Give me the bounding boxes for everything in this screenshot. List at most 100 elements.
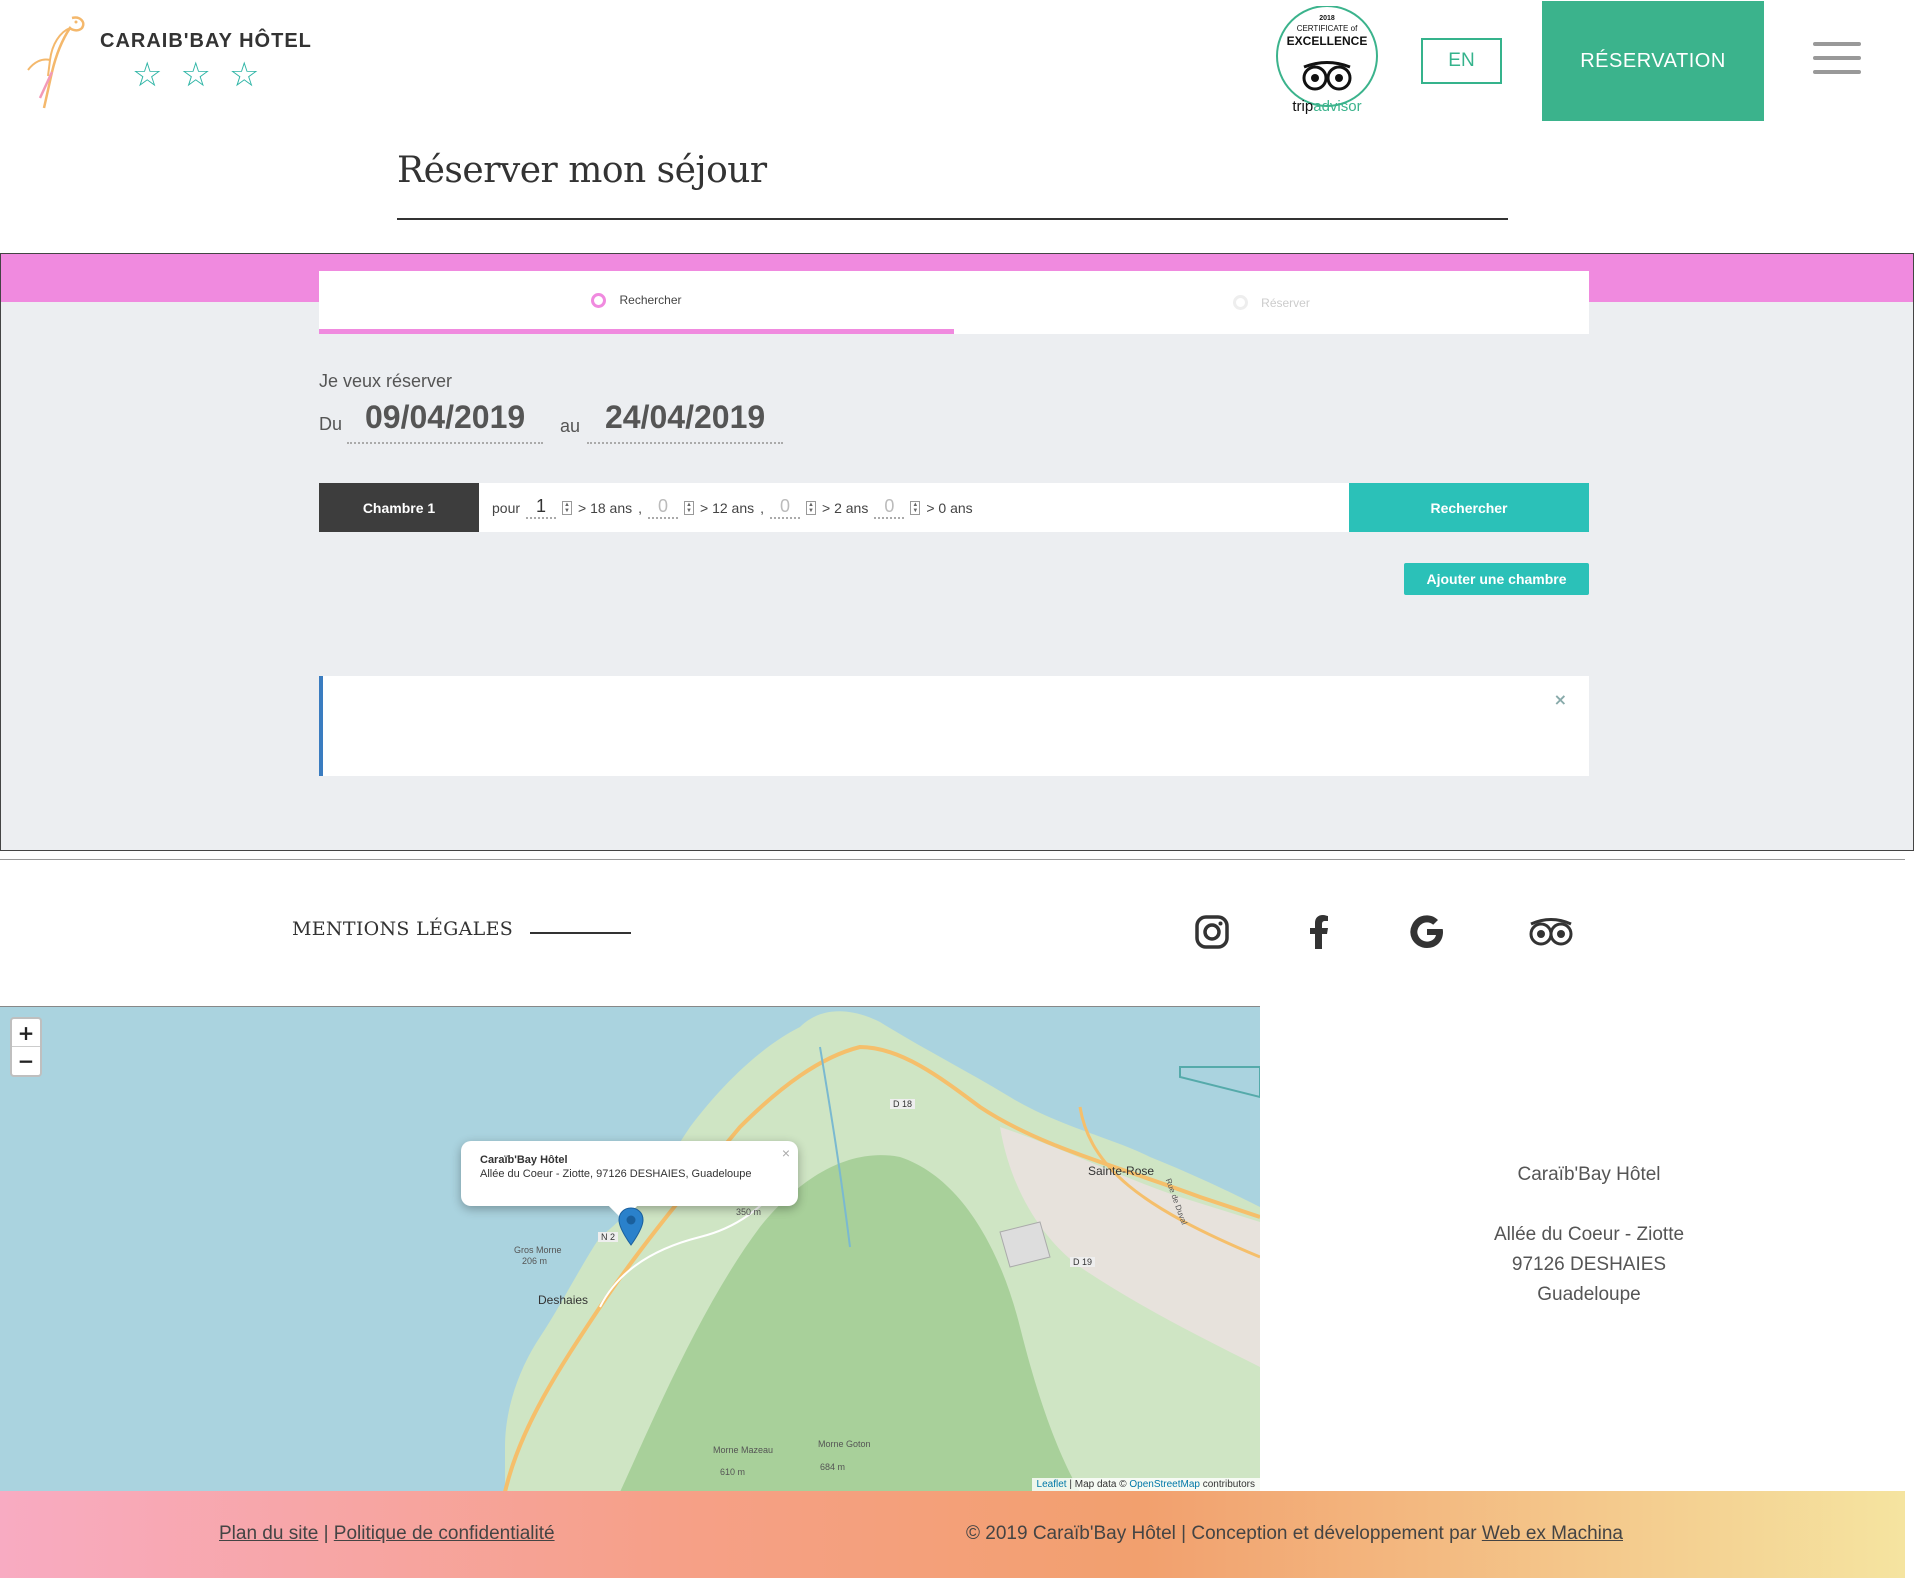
search-button[interactable]: Rechercher (1349, 483, 1589, 532)
badge-line2: EXCELLENCE (1286, 34, 1368, 48)
adults-stepper[interactable]: 1 (526, 496, 557, 519)
for-label: pour (492, 499, 521, 516)
site-header: CARAIB'BAY HÔTEL ☆ ☆ ☆ 2018 CERTIFICATE … (0, 0, 1920, 140)
room-label: Chambre 1 (319, 483, 479, 532)
section-divider (0, 859, 1905, 860)
map-label-morne-mazeau: Morne Mazeau (713, 1445, 774, 1455)
room-row: Chambre 1 pour 1 ▲ ▼ > 18 ans, 0 ▲ ▼ > 12 … (319, 483, 1589, 532)
hamburger-icon[interactable] (1813, 42, 1861, 82)
close-icon[interactable]: × (782, 1145, 790, 1161)
adults-label: > 18 ans (578, 499, 633, 516)
zoom-in-button[interactable]: + (12, 1019, 40, 1047)
teens-label: > 12 ans (700, 499, 755, 516)
add-room-button[interactable]: Ajouter une chambre (1404, 563, 1589, 595)
legal-underline (530, 932, 631, 934)
badge-brand: tripadvisor (1270, 98, 1384, 115)
brand-name[interactable]: CARAIB'BAY HÔTEL (100, 30, 312, 53)
tripadvisor-icon[interactable] (1527, 908, 1575, 956)
badge-line1: CERTIFICATE of (1296, 24, 1358, 33)
map-label-morne-goton-alt: 684 m (820, 1462, 846, 1472)
language-switch-button[interactable]: EN (1421, 38, 1502, 84)
map-label-sainte-rose: Sainte-Rose (1088, 1164, 1155, 1178)
map-tiles (503, 1011, 1260, 1491)
address-line3: Guadeloupe (1537, 1284, 1641, 1305)
from-date-input[interactable]: 09/04/2019 (347, 399, 544, 444)
step-search-radio-icon (591, 292, 607, 308)
booking-panel: Rechercher Réserver Je veux réserver Du … (0, 253, 1914, 851)
to-date-input[interactable]: 24/04/2019 (587, 399, 784, 444)
children-spinner-icon[interactable]: ▲ ▼ (806, 500, 817, 515)
step-search[interactable]: Rechercher (319, 271, 954, 334)
leaflet-link[interactable]: Leaflet (1037, 1479, 1067, 1490)
map-label-n2: N 2 (598, 1232, 619, 1242)
footer-copyright: © 2019 Caraïb'Bay Hôtel | Conception et … (966, 1523, 1623, 1545)
legal-link[interactable]: MENTIONS LÉGALES (292, 918, 513, 940)
instagram-icon[interactable] (1188, 908, 1236, 956)
zoom-out-button[interactable]: − (12, 1047, 40, 1075)
popup-address: Allée du Coeur - Ziotte, 97126 DESHAIES,… (480, 1168, 752, 1180)
hotel-stars: ☆ ☆ ☆ (132, 58, 259, 92)
babies-label: > 0 ans (926, 499, 973, 516)
badge-brand-advisor: advisor (1313, 98, 1362, 115)
facebook-icon[interactable] (1295, 908, 1343, 956)
address-name: Caraïb'Bay Hôtel (1517, 1164, 1661, 1185)
step-book-label: Réserver (1261, 295, 1310, 310)
badge-year: 2018 (1319, 15, 1335, 22)
parrot-logo-icon[interactable] (22, 10, 90, 110)
footer-divider: | (323, 1523, 329, 1544)
step-book[interactable]: Réserver (954, 271, 1589, 334)
step-search-label: Rechercher (619, 293, 682, 307)
map-zoom-control: + − (10, 1017, 42, 1077)
to-label: au (560, 416, 581, 436)
title-divider (397, 218, 1508, 220)
sitemap-link[interactable]: Plan du site (219, 1523, 318, 1544)
teens-spinner-icon[interactable]: ▲ ▼ (684, 500, 695, 515)
footer-links: Plan du site | Politique de confidential… (219, 1523, 555, 1545)
babies-stepper[interactable]: 0 (874, 496, 905, 519)
map-label-morne-mazeau-alt: 610 m (720, 1467, 746, 1477)
map-label-altitude: 350 m (736, 1207, 762, 1217)
booking-intro: Je veux réserver (319, 371, 453, 391)
info-alert: × (319, 676, 1589, 776)
attribution-mid: | Map data © (1069, 1479, 1127, 1490)
google-icon[interactable] (1403, 908, 1451, 956)
children-stepper[interactable]: 0 (770, 496, 801, 519)
map-label-gros-morne: Gros Morne (514, 1245, 562, 1255)
map-marker-icon[interactable] (618, 1207, 644, 1247)
badge-brand-trip: trip (1292, 98, 1314, 115)
star-icon: ☆ (180, 55, 211, 95)
site-footer: Plan du site | Politique de confidential… (0, 1491, 1905, 1578)
star-icon: ☆ (132, 55, 163, 95)
teens-stepper[interactable]: 0 (648, 496, 679, 519)
close-icon[interactable]: × (1554, 690, 1567, 709)
star-icon: ☆ (228, 55, 260, 95)
map-attribution: Leaflet | Map data © OpenStreetMap contr… (1031, 1478, 1260, 1491)
map-label-d18: D 18 (890, 1099, 916, 1109)
from-label: Du (319, 414, 343, 434)
map-popup: Caraïb'Bay Hôtel Allée du Coeur - Ziotte… (461, 1141, 798, 1221)
map-label-deshaies: Deshaies (538, 1293, 589, 1307)
separator: , (760, 499, 765, 516)
children-label: > 2 ans (822, 499, 869, 516)
occupants: pour 1 ▲ ▼ > 18 ans, 0 ▲ ▼ > 12 ans, 0 ▲ ▼ … (492, 483, 973, 532)
privacy-link[interactable]: Politique de confidentialité (334, 1523, 555, 1544)
separator: , (638, 499, 643, 516)
hotel-address: Caraïb'Bay Hôtel Allée du Coeur - Ziotte… (1260, 1006, 1920, 1491)
babies-spinner-icon[interactable]: ▲ ▼ (910, 500, 921, 515)
page-title: Réserver mon séjour (397, 150, 767, 191)
step-book-radio-icon (1233, 295, 1249, 310)
booking-steps: Rechercher Réserver (319, 271, 1589, 334)
popup-title: Caraïb'Bay Hôtel (480, 1154, 568, 1166)
tripadvisor-certificate-badge[interactable]: 2018 CERTIFICATE of EXCELLENCE tripadvis… (1270, 5, 1384, 116)
osm-link[interactable]: OpenStreetMap (1129, 1479, 1200, 1490)
adults-spinner-icon[interactable]: ▲ ▼ (562, 500, 573, 515)
agency-link[interactable]: Web ex Machina (1482, 1523, 1623, 1544)
reservation-button[interactable]: RÉSERVATION (1542, 1, 1764, 121)
location-map[interactable]: + − Sainte-Rose Deshaies D 18 D 19 N 2 G… (0, 1006, 1260, 1491)
map-label-gros-morne-alt: 206 m (522, 1256, 548, 1266)
copyright-text: © 2019 Caraïb'Bay Hôtel | Conception et … (966, 1523, 1477, 1544)
map-label-morne-goton: Morne Goton (818, 1439, 871, 1449)
map-label-d19: D 19 (1070, 1257, 1096, 1267)
attribution-end: contributors (1202, 1479, 1255, 1490)
address-line1: Allée du Coeur - Ziotte (1493, 1224, 1685, 1245)
